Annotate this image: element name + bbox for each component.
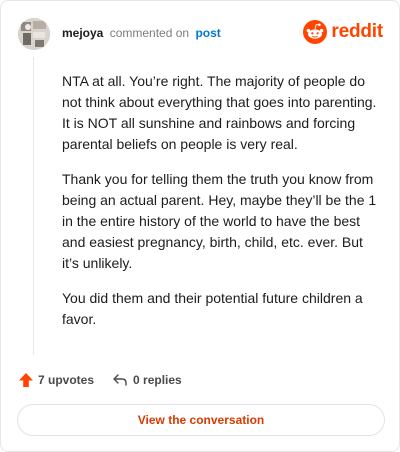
upvote-count: 7 upvotes	[38, 373, 95, 387]
upvote-arrow-icon	[19, 373, 33, 387]
reply-count: 0 replies	[133, 373, 182, 387]
commented-on-text: commented on	[109, 26, 190, 40]
reddit-snoo-icon	[303, 20, 328, 44]
comment-footer: 7 upvotes 0 replies	[18, 370, 182, 390]
comment-embed-card: mejoya commented on post reddit NTA at a…	[0, 0, 400, 452]
thread-line	[33, 57, 34, 355]
comment-paragraph: You did them and their potential future …	[62, 290, 363, 327]
post-link[interactable]: post	[195, 26, 220, 40]
comment-paragraph: NTA at all. You’re right. The majority o…	[62, 73, 377, 152]
view-conversation-button[interactable]: View the conversation	[17, 404, 385, 436]
comment-body: NTA at all. You’re right. The majority o…	[62, 71, 378, 344]
upvote-button[interactable]: 7 upvotes	[18, 372, 94, 388]
reply-arrow-icon	[113, 374, 127, 386]
comment-paragraph: Thank you for telling them the truth you…	[62, 171, 377, 271]
avatar[interactable]	[18, 18, 50, 50]
username[interactable]: mejoya	[62, 26, 103, 40]
reply-button[interactable]: 0 replies	[112, 372, 182, 388]
reddit-logo[interactable]: reddit	[303, 20, 383, 44]
reddit-wordmark: reddit	[331, 21, 383, 42]
